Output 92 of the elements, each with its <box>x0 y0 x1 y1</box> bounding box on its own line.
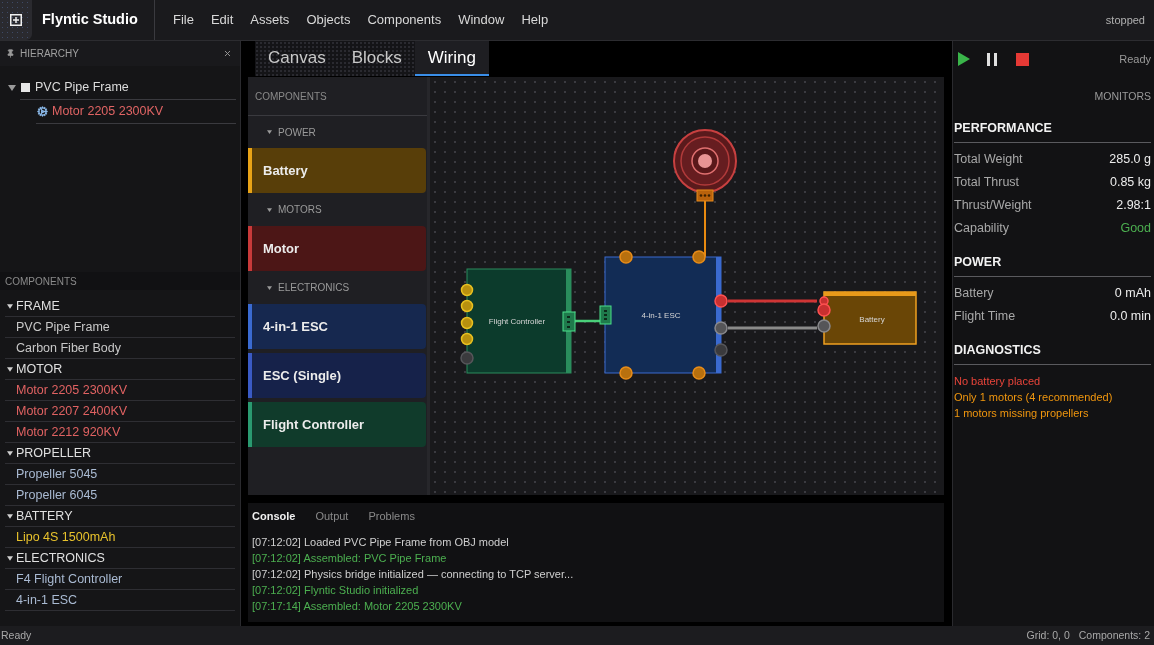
menu-item[interactable]: Window <box>458 10 505 30</box>
play-icon[interactable] <box>958 52 970 66</box>
node-label: Flight Controller <box>488 317 546 326</box>
category-label[interactable]: BATTERY <box>16 506 73 526</box>
tree-item[interactable]: Motor 2205 2300KV <box>52 102 164 121</box>
console-line: [07:12:02] Assembled: PVC Pipe Frame <box>252 551 448 566</box>
caret-icon[interactable] <box>7 450 13 456</box>
metric-label: Capability <box>954 219 1009 237</box>
run-state-text: stopped <box>1105 12 1145 28</box>
caret-icon[interactable] <box>7 303 13 309</box>
node-label: Battery <box>859 315 885 324</box>
diagnostic-message: No battery placed <box>954 373 1042 389</box>
component-block[interactable]: Flight Controller <box>248 402 426 447</box>
console-line: [07:12:02] Flyntic Studio initialized <box>252 583 420 598</box>
component-item[interactable]: PVC Pipe Frame <box>16 317 110 337</box>
menu-item[interactable]: Objects <box>306 10 351 30</box>
diagnostic-message: Only 1 motors (4 recommended) <box>954 389 1114 405</box>
component-item[interactable]: Carbon Fiber Body <box>16 338 121 358</box>
view-tab[interactable]: Wiring <box>414 41 489 76</box>
component-item[interactable]: 4-in-1 ESC <box>16 590 78 610</box>
console-line: [07:12:02] Loaded PVC Pipe Frame from OBJ model <box>252 535 510 550</box>
group-label[interactable]: POWER <box>278 124 316 140</box>
category-label[interactable]: PROPELLER <box>16 443 92 463</box>
caret-icon[interactable] <box>8 85 16 91</box>
stop-icon[interactable] <box>1016 52 1029 66</box>
group-label[interactable]: ELECTRONICS <box>278 280 350 295</box>
tree-item[interactable]: PVC Pipe Frame <box>35 78 129 97</box>
caret-icon[interactable] <box>267 207 272 212</box>
metric-label: Flight Time <box>954 307 1016 325</box>
view-tab[interactable]: Canvas <box>255 41 339 76</box>
menu-item[interactable]: Assets <box>250 10 290 30</box>
caret-icon[interactable] <box>267 285 272 290</box>
panel-title: COMPONENTS <box>255 89 327 104</box>
metric-label: Total Weight <box>954 150 1023 168</box>
panel-title: MONITORS <box>1094 89 1151 104</box>
section-title: POWER <box>954 254 1002 272</box>
section-title: DIAGNOSTICS <box>954 342 1041 360</box>
category-label[interactable]: FRAME <box>16 296 60 316</box>
caret-icon[interactable] <box>267 130 272 134</box>
component-block[interactable]: Motor <box>248 226 426 271</box>
console-tab[interactable]: Problems <box>368 508 415 525</box>
section-title: PERFORMANCE <box>954 120 1052 138</box>
component-item[interactable]: Propeller 5045 <box>16 464 98 484</box>
metric-value: 285.0 g <box>1109 150 1151 168</box>
caret-icon[interactable] <box>7 555 13 561</box>
app-title: Flyntic Studio <box>42 10 138 30</box>
component-item[interactable]: Motor 2205 2300KV <box>16 380 128 400</box>
close-icon[interactable] <box>223 49 232 58</box>
wire <box>704 201 706 257</box>
square-icon <box>21 83 30 92</box>
app-logo-icon[interactable] <box>0 0 32 40</box>
pause-icon[interactable] <box>987 52 997 66</box>
console-tab[interactable]: Output <box>315 508 349 525</box>
component-item[interactable]: Motor 2207 2400KV <box>16 401 128 421</box>
metric-label: Battery <box>954 284 994 302</box>
metric-value: 0.85 kg <box>1110 173 1151 191</box>
metric-value: Good <box>1120 219 1151 237</box>
component-item[interactable]: Lipo 4S 1500mAh <box>16 527 116 547</box>
status-text: Components: 2 <box>1078 627 1150 643</box>
caret-icon[interactable] <box>7 513 13 519</box>
simulation-status: Ready <box>1119 51 1151 67</box>
component-block[interactable]: 4-in-1 ESC <box>248 304 426 349</box>
metric-value: 0 mAh <box>1114 284 1151 302</box>
status-text: Ready <box>1 627 32 643</box>
metric-label: Total Thrust <box>954 173 1020 191</box>
pin-icon[interactable] <box>6 49 15 58</box>
panel-title: HIERARCHY <box>20 47 79 61</box>
menu-item[interactable]: File <box>173 10 194 30</box>
category-label[interactable]: MOTOR <box>16 359 63 379</box>
console-tab[interactable]: Console <box>252 508 296 525</box>
panel-title: COMPONENTS <box>5 274 77 289</box>
menu-item[interactable]: Edit <box>210 10 234 30</box>
console-line: [07:12:02] Physics bridge initialized — connecting to TCP server... <box>252 567 575 582</box>
metric-label: Thrust/Weight <box>954 196 1032 214</box>
component-item[interactable]: F4 Flight Controller <box>16 569 123 589</box>
component-item[interactable]: Propeller 6045 <box>16 485 98 505</box>
component-item[interactable]: Motor 2212 920KV <box>16 422 121 442</box>
menu-item[interactable]: Components <box>367 10 442 30</box>
view-tab[interactable]: Blocks <box>338 41 415 76</box>
status-text: Grid: 0, 0 <box>1026 627 1070 643</box>
component-block[interactable]: ESC (Single) <box>248 353 426 398</box>
diagnostic-message: 1 motors missing propellers <box>954 405 1090 421</box>
gear-icon <box>37 106 48 117</box>
caret-icon[interactable] <box>7 366 13 372</box>
node-label: 4-in-1 ESC <box>641 311 681 320</box>
group-label[interactable]: MOTORS <box>278 202 322 217</box>
menu-item[interactable]: Help <box>521 10 549 30</box>
metric-value: 0.0 min <box>1110 307 1151 325</box>
component-block[interactable]: Battery <box>248 148 426 193</box>
metric-value: 2.98:1 <box>1116 196 1151 214</box>
category-label[interactable]: ELECTRONICS <box>16 548 105 568</box>
console-line: [07:17:14] Assembled: Motor 2205 2300KV <box>252 599 463 614</box>
